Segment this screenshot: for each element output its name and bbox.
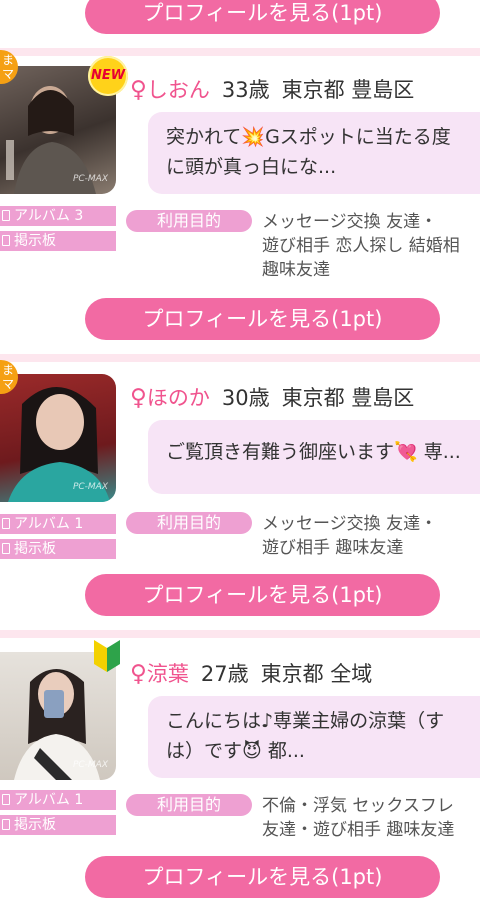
album-tag[interactable]: アルバム 1 bbox=[0, 790, 116, 810]
view-profile-button[interactable]: プロフィールを見る(1pt) bbox=[85, 574, 440, 616]
separator bbox=[0, 48, 480, 56]
profile-header: ♀しおん 33歳 東京都 豊島区 bbox=[130, 74, 414, 104]
female-icon: ♀ bbox=[130, 77, 147, 103]
purpose-tag: 利用目的 bbox=[126, 512, 252, 534]
message-line: ご覧頂き有難う御座います💘 専... bbox=[166, 441, 461, 463]
purpose-line: 友達・遊び相手 趣味友達 bbox=[262, 820, 455, 840]
view-profile-button[interactable]: プロフィールを見る(1pt) bbox=[85, 0, 440, 34]
album-icon bbox=[2, 794, 10, 805]
message-line: こんにちは♪専業主婦の涼葉（す bbox=[166, 710, 445, 732]
purpose-line: メッセージ交換 友達・ bbox=[262, 212, 438, 232]
profile-photo[interactable]: PC-MAX bbox=[0, 374, 116, 502]
album-icon bbox=[2, 518, 10, 529]
separator bbox=[0, 354, 480, 362]
purpose-tag: 利用目的 bbox=[126, 210, 252, 232]
profile-name[interactable]: しおん bbox=[147, 78, 210, 102]
profile-age: 27歳 bbox=[200, 662, 249, 686]
photo-watermark: PC-MAX bbox=[72, 760, 108, 770]
purpose-line: 遊び相手 趣味友達 bbox=[262, 538, 404, 558]
board-icon bbox=[2, 543, 10, 554]
profile-header: ♀ほのか 30歳 東京都 豊島区 bbox=[130, 382, 414, 412]
beginner-mark-icon bbox=[94, 640, 120, 672]
profile-name[interactable]: ほのか bbox=[147, 386, 210, 410]
message-bubble[interactable]: ご覧頂き有難う御座います💘 専... bbox=[148, 420, 480, 494]
female-icon: ♀ bbox=[130, 661, 147, 687]
separator bbox=[0, 630, 480, 638]
board-icon bbox=[2, 235, 10, 246]
purpose-line: 不倫・浮気 セックスフレ bbox=[262, 796, 454, 816]
profile-header: ♀涼葉 27歳 東京都 全域 bbox=[130, 658, 372, 688]
profile-location: 東京都 全域 bbox=[260, 662, 373, 686]
board-tag[interactable]: 掲示板 bbox=[0, 539, 116, 559]
new-badge: NEW bbox=[88, 56, 128, 96]
profile-age: 33歳 bbox=[221, 78, 270, 102]
view-profile-button[interactable]: プロフィールを見る(1pt) bbox=[85, 856, 440, 898]
board-tag[interactable]: 掲示板 bbox=[0, 815, 116, 835]
message-line: 突かれて💥Gスポットに当たる度 bbox=[166, 126, 451, 148]
purpose-line: 趣味友達 bbox=[262, 260, 330, 280]
purpose-line: 遊び相手 恋人探し 結婚相 bbox=[262, 236, 460, 256]
album-tag[interactable]: アルバム 1 bbox=[0, 514, 116, 534]
purpose-line: メッセージ交換 友達・ bbox=[262, 514, 438, 534]
female-icon: ♀ bbox=[130, 385, 147, 411]
profile-location: 東京都 豊島区 bbox=[281, 78, 415, 102]
photo-watermark: PC-MAX bbox=[72, 482, 108, 492]
board-icon bbox=[2, 819, 10, 830]
view-profile-button[interactable]: プロフィールを見る(1pt) bbox=[85, 298, 440, 340]
message-bubble[interactable]: こんにちは♪専業主婦の涼葉（す は）です😈 都... bbox=[148, 696, 480, 778]
purpose-list: メッセージ交換 友達・ 遊び相手 恋人探し 結婚相 趣味友達 bbox=[262, 210, 460, 282]
profile-name[interactable]: 涼葉 bbox=[147, 662, 189, 686]
message-line: に頭が真っ白にな... bbox=[166, 156, 337, 178]
board-tag[interactable]: 掲示板 bbox=[0, 231, 116, 251]
profile-location: 東京都 豊島区 bbox=[281, 386, 415, 410]
profile-age: 30歳 bbox=[221, 386, 270, 410]
purpose-tag: 利用目的 bbox=[126, 794, 252, 816]
message-line: は）です😈 都... bbox=[166, 740, 305, 762]
album-icon bbox=[2, 210, 10, 221]
purpose-list: 不倫・浮気 セックスフレ 友達・遊び相手 趣味友達 bbox=[262, 794, 454, 842]
message-bubble[interactable]: 突かれて💥Gスポットに当たる度 に頭が真っ白にな... bbox=[148, 112, 480, 194]
purpose-list: メッセージ交換 友達・ 遊び相手 趣味友達 bbox=[262, 512, 437, 560]
photo-watermark: PC-MAX bbox=[72, 174, 108, 184]
album-tag[interactable]: アルバム 3 bbox=[0, 206, 116, 226]
